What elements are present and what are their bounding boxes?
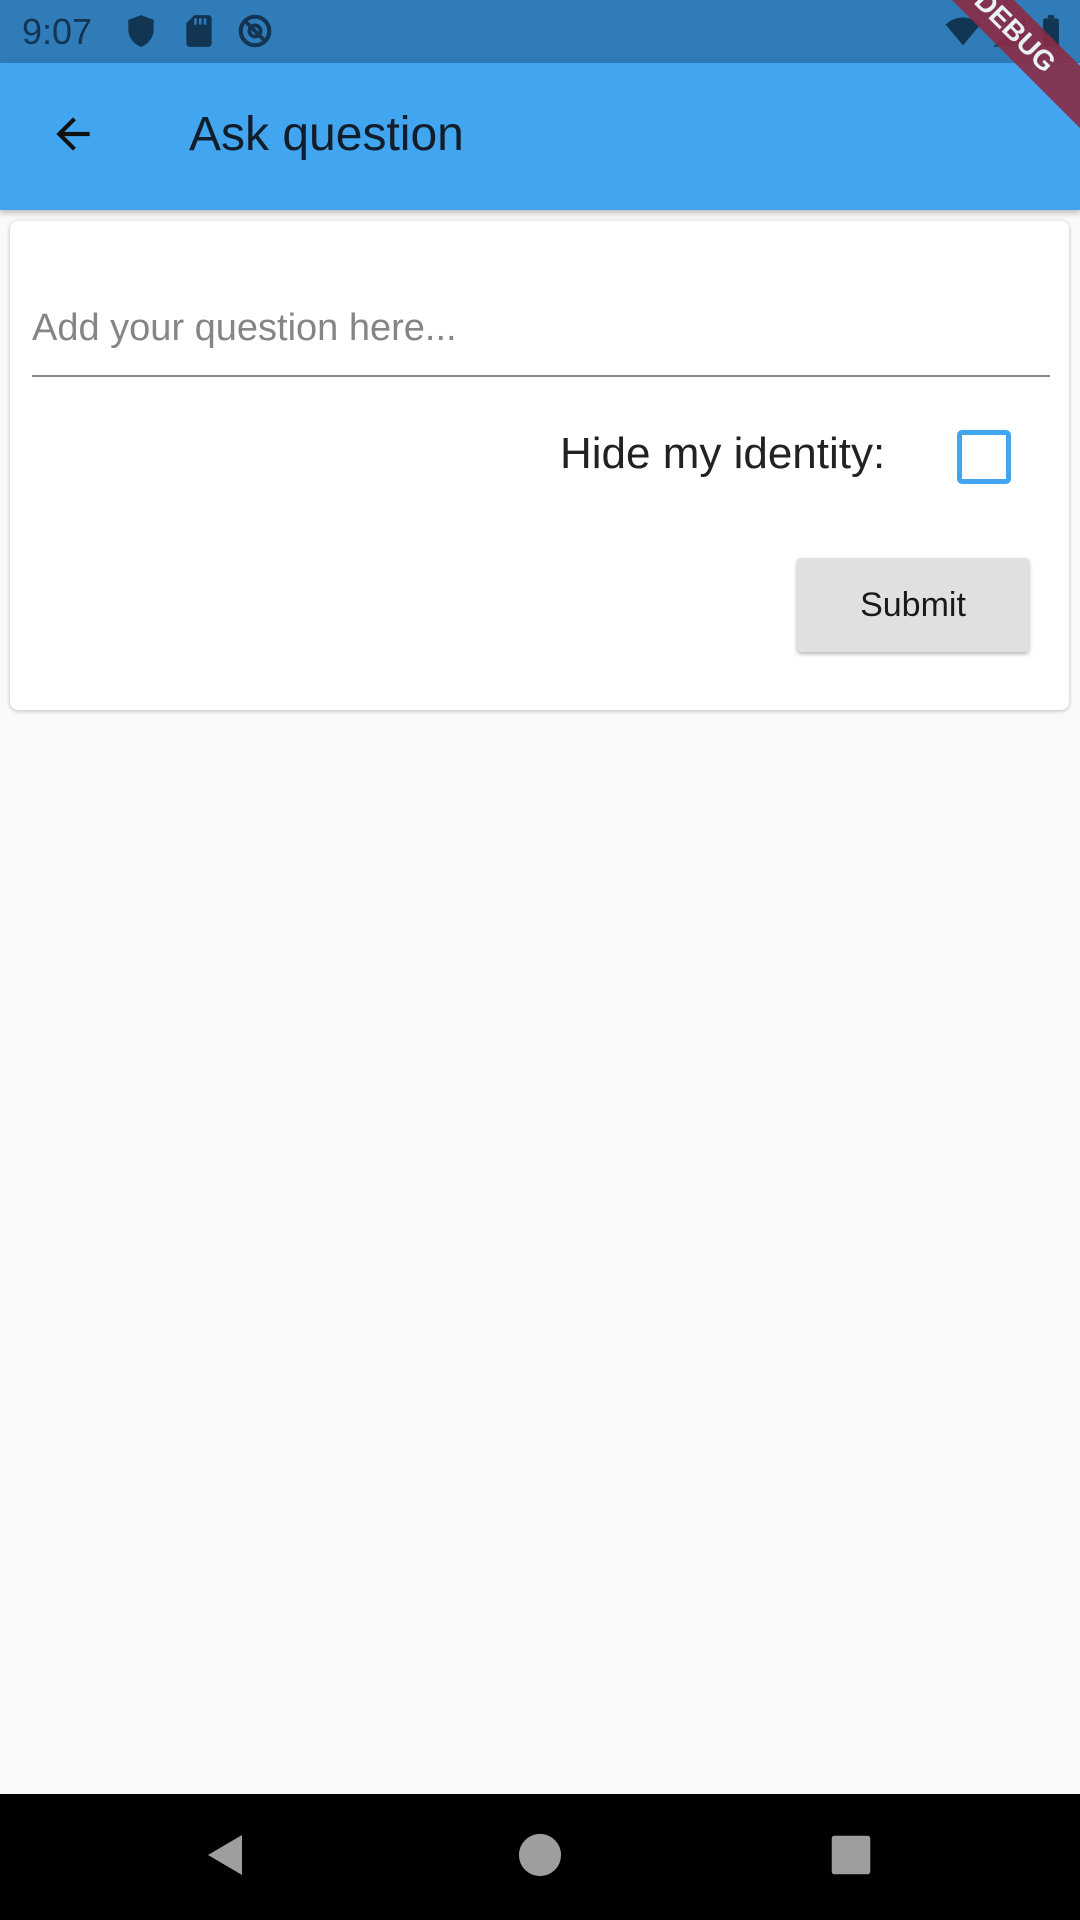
submit-button[interactable]: Submit <box>797 558 1029 652</box>
app-bar: Ask question <box>0 63 1080 210</box>
status-time: 9:07 <box>22 11 93 52</box>
home-circle-icon <box>517 1832 563 1883</box>
back-triangle-icon <box>202 1830 250 1885</box>
question-card: Hide my identity: Submit <box>10 221 1069 710</box>
sd-card-icon <box>180 12 218 50</box>
recents-square-icon <box>830 1834 872 1881</box>
hide-identity-label: Hide my identity: <box>560 429 886 478</box>
system-nav-bar <box>0 1794 1080 1920</box>
nav-home-button[interactable] <box>510 1827 570 1887</box>
page-title: Ask question <box>189 108 464 161</box>
arrow-back-icon <box>48 109 98 164</box>
shield-icon <box>122 12 160 50</box>
nav-recents-button[interactable] <box>821 1827 881 1887</box>
do-not-disturb-icon <box>236 12 274 50</box>
status-bar: 9:07 <box>0 0 1080 63</box>
hide-identity-checkbox[interactable] <box>957 430 1011 484</box>
back-button[interactable] <box>36 99 110 173</box>
nav-back-button[interactable] <box>196 1827 256 1887</box>
question-input[interactable] <box>32 281 1050 377</box>
